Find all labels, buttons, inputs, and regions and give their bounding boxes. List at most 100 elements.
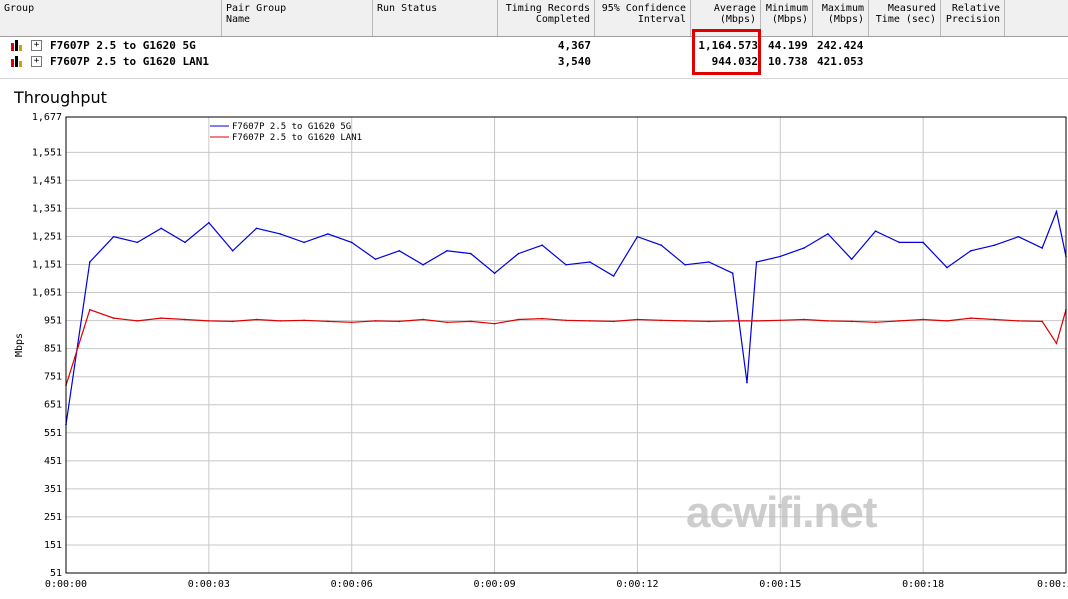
y-tick-label: 1,451 xyxy=(32,175,62,186)
y-tick-label: 251 xyxy=(44,512,62,523)
data-point xyxy=(184,318,186,321)
x-tick-label: 0:00:2 xyxy=(1037,579,1068,590)
average-highlight-box xyxy=(692,29,761,75)
data-point xyxy=(746,381,748,384)
data-point xyxy=(1041,320,1043,323)
data-point xyxy=(493,272,496,275)
data-point xyxy=(565,263,567,266)
x-tick-label: 0:00:09 xyxy=(473,579,515,590)
data-point xyxy=(946,266,948,269)
table-row[interactable]: + F7607P 2.5 to G1620 LAN1 3,540 944.032… xyxy=(0,53,1068,69)
y-tick-label: 1,677 xyxy=(32,112,62,123)
data-point xyxy=(112,235,115,238)
y-tick-label: 1,151 xyxy=(32,260,62,271)
data-point xyxy=(279,320,282,322)
data-point xyxy=(231,320,234,323)
col-header-maximum[interactable]: Maximum (Mbps) xyxy=(813,0,869,36)
y-tick-label: 351 xyxy=(44,484,62,495)
data-point xyxy=(755,320,758,322)
data-point xyxy=(136,320,139,322)
data-point xyxy=(422,263,424,266)
divider xyxy=(0,78,1068,79)
data-point xyxy=(731,272,734,275)
y-tick-label: 1,251 xyxy=(32,231,62,242)
data-point xyxy=(779,319,782,322)
x-tick-label: 0:00:15 xyxy=(759,579,801,590)
legend-entry: F7607P 2.5 to G1620 LAN1 xyxy=(232,133,362,143)
data-point xyxy=(850,320,853,323)
x-tick-label: 0:00:12 xyxy=(616,579,658,590)
col-header-pair-group-name[interactable]: Pair Group Name xyxy=(222,0,373,36)
data-point xyxy=(993,318,996,321)
data-point xyxy=(1017,320,1020,322)
data-point xyxy=(874,230,877,232)
data-point xyxy=(89,261,91,263)
data-point xyxy=(374,320,377,322)
data-point xyxy=(708,320,710,323)
data-point xyxy=(303,319,305,322)
data-point xyxy=(255,318,258,321)
data-point xyxy=(565,319,567,322)
data-point xyxy=(969,317,972,319)
throughput-chart: 51 151 251 351 451 551 651 751 851 951 1,051 1,151 1… xyxy=(14,112,1068,590)
data-point xyxy=(327,233,329,235)
data-point xyxy=(208,320,210,322)
data-point xyxy=(89,308,91,311)
y-tick-label: 151 xyxy=(44,540,62,551)
data-point xyxy=(136,241,139,244)
col-header-measured-time[interactable]: Measured Time (sec) xyxy=(869,0,941,36)
data-point xyxy=(898,241,901,244)
col-header-confidence-interval[interactable]: 95% Confidence Interval xyxy=(595,0,691,36)
data-point xyxy=(589,261,591,263)
data-point xyxy=(922,318,924,321)
col-header-run-status[interactable]: Run Status xyxy=(373,0,498,36)
row-group-name: F7607P 2.5 to G1620 LAN1 xyxy=(50,55,209,68)
data-point xyxy=(493,322,496,325)
data-point xyxy=(946,320,948,322)
data-point xyxy=(922,241,924,244)
data-point xyxy=(446,249,448,252)
col-header-timing-records[interactable]: Timing Records Completed xyxy=(498,0,595,36)
row-records: 4,367 xyxy=(557,39,591,52)
data-point xyxy=(303,241,305,244)
group-bar-chart-icon xyxy=(11,40,22,51)
data-point xyxy=(255,227,258,230)
y-tick-label: 1,551 xyxy=(32,147,62,158)
x-tick-label: 0:00:00 xyxy=(45,579,87,590)
table-row[interactable]: + F7607P 2.5 to G1620 5G 4,367 1,164.573… xyxy=(0,37,1068,53)
data-point xyxy=(969,249,972,252)
row-maximum: 421.053 xyxy=(817,55,864,68)
data-point xyxy=(731,320,734,322)
group-bar-chart-icon xyxy=(11,56,22,67)
col-header-group[interactable]: Group xyxy=(0,0,222,36)
y-axis-label: Mbps xyxy=(14,333,25,357)
y-tick-label: 651 xyxy=(44,400,62,411)
data-point xyxy=(517,318,520,321)
data-point xyxy=(803,318,805,321)
col-header-minimum[interactable]: Minimum (Mbps) xyxy=(761,0,813,36)
row-minimum: 44.199 xyxy=(768,39,808,52)
data-point xyxy=(422,318,424,321)
row-group-name: F7607P 2.5 to G1620 5G xyxy=(50,39,196,52)
data-point xyxy=(517,252,520,255)
y-tick-label: 551 xyxy=(44,428,62,439)
data-point xyxy=(827,233,829,235)
data-point xyxy=(398,320,401,323)
data-point xyxy=(469,320,472,323)
expand-icon[interactable]: + xyxy=(31,40,42,51)
data-point xyxy=(803,247,805,249)
data-point xyxy=(636,235,639,238)
data-point xyxy=(469,252,472,255)
col-header-relative-precision[interactable]: Relative Precision xyxy=(941,0,1005,36)
data-point xyxy=(898,320,901,322)
data-point xyxy=(636,318,639,321)
expand-icon[interactable]: + xyxy=(31,56,42,67)
data-point xyxy=(1017,235,1020,238)
series-line-5g xyxy=(65,209,1067,425)
x-tick-label: 0:00:18 xyxy=(902,579,944,590)
row-records: 3,540 xyxy=(557,55,591,68)
y-tick-label: 451 xyxy=(44,456,62,467)
data-point xyxy=(612,275,615,277)
data-point xyxy=(541,244,543,246)
results-table-header: Group Pair Group Name Run Status Timing R… xyxy=(0,0,1068,37)
